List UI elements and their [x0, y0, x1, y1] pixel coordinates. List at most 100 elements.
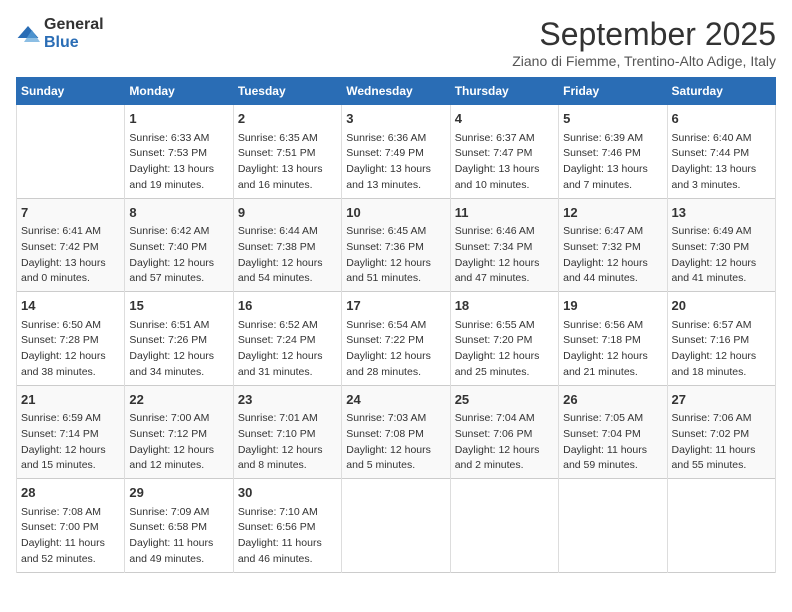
day-cell: 22Sunrise: 7:00 AM Sunset: 7:12 PM Dayli… [125, 385, 233, 479]
week-row-2: 7Sunrise: 6:41 AM Sunset: 7:42 PM Daylig… [17, 198, 776, 292]
day-number: 3 [346, 109, 445, 129]
day-number: 17 [346, 296, 445, 316]
day-number: 6 [672, 109, 771, 129]
week-row-5: 28Sunrise: 7:08 AM Sunset: 7:00 PM Dayli… [17, 479, 776, 573]
day-info: Sunrise: 6:47 AM Sunset: 7:32 PM Dayligh… [563, 224, 662, 287]
day-cell: 18Sunrise: 6:55 AM Sunset: 7:20 PM Dayli… [450, 292, 558, 386]
day-number: 4 [455, 109, 554, 129]
day-number: 15 [129, 296, 228, 316]
day-cell: 21Sunrise: 6:59 AM Sunset: 7:14 PM Dayli… [17, 385, 125, 479]
day-cell [450, 479, 558, 573]
logo-blue: Blue [44, 34, 79, 51]
day-number: 19 [563, 296, 662, 316]
day-number: 24 [346, 390, 445, 410]
day-info: Sunrise: 7:04 AM Sunset: 7:06 PM Dayligh… [455, 411, 554, 474]
day-number: 30 [238, 483, 337, 503]
day-info: Sunrise: 6:55 AM Sunset: 7:20 PM Dayligh… [455, 318, 554, 381]
day-number: 27 [672, 390, 771, 410]
day-info: Sunrise: 7:03 AM Sunset: 7:08 PM Dayligh… [346, 411, 445, 474]
day-cell: 1Sunrise: 6:33 AM Sunset: 7:53 PM Daylig… [125, 105, 233, 199]
day-info: Sunrise: 7:05 AM Sunset: 7:04 PM Dayligh… [563, 411, 662, 474]
header: General Blue September 2025 Ziano di Fie… [16, 16, 776, 69]
day-cell: 3Sunrise: 6:36 AM Sunset: 7:49 PM Daylig… [342, 105, 450, 199]
day-number: 22 [129, 390, 228, 410]
day-number: 1 [129, 109, 228, 129]
day-info: Sunrise: 6:46 AM Sunset: 7:34 PM Dayligh… [455, 224, 554, 287]
day-cell [342, 479, 450, 573]
day-cell: 2Sunrise: 6:35 AM Sunset: 7:51 PM Daylig… [233, 105, 341, 199]
day-info: Sunrise: 6:35 AM Sunset: 7:51 PM Dayligh… [238, 131, 337, 194]
day-cell: 8Sunrise: 6:42 AM Sunset: 7:40 PM Daylig… [125, 198, 233, 292]
day-cell: 16Sunrise: 6:52 AM Sunset: 7:24 PM Dayli… [233, 292, 341, 386]
calendar-table: SundayMondayTuesdayWednesdayThursdayFrid… [16, 77, 776, 573]
day-info: Sunrise: 6:51 AM Sunset: 7:26 PM Dayligh… [129, 318, 228, 381]
month-title: September 2025 [512, 16, 776, 53]
day-number: 5 [563, 109, 662, 129]
day-number: 14 [21, 296, 120, 316]
day-cell: 4Sunrise: 6:37 AM Sunset: 7:47 PM Daylig… [450, 105, 558, 199]
day-cell: 10Sunrise: 6:45 AM Sunset: 7:36 PM Dayli… [342, 198, 450, 292]
day-info: Sunrise: 7:01 AM Sunset: 7:10 PM Dayligh… [238, 411, 337, 474]
day-info: Sunrise: 6:39 AM Sunset: 7:46 PM Dayligh… [563, 131, 662, 194]
day-info: Sunrise: 7:10 AM Sunset: 6:56 PM Dayligh… [238, 505, 337, 568]
day-number: 9 [238, 203, 337, 223]
week-row-1: 1Sunrise: 6:33 AM Sunset: 7:53 PM Daylig… [17, 105, 776, 199]
day-info: Sunrise: 6:37 AM Sunset: 7:47 PM Dayligh… [455, 131, 554, 194]
day-cell: 27Sunrise: 7:06 AM Sunset: 7:02 PM Dayli… [667, 385, 775, 479]
day-cell: 12Sunrise: 6:47 AM Sunset: 7:32 PM Dayli… [559, 198, 667, 292]
day-cell: 19Sunrise: 6:56 AM Sunset: 7:18 PM Dayli… [559, 292, 667, 386]
day-info: Sunrise: 6:36 AM Sunset: 7:49 PM Dayligh… [346, 131, 445, 194]
header-cell-sunday: Sunday [17, 78, 125, 105]
day-number: 13 [672, 203, 771, 223]
day-info: Sunrise: 6:41 AM Sunset: 7:42 PM Dayligh… [21, 224, 120, 287]
day-cell: 13Sunrise: 6:49 AM Sunset: 7:30 PM Dayli… [667, 198, 775, 292]
header-row: SundayMondayTuesdayWednesdayThursdayFrid… [17, 78, 776, 105]
day-number: 23 [238, 390, 337, 410]
day-info: Sunrise: 6:33 AM Sunset: 7:53 PM Dayligh… [129, 131, 228, 194]
day-cell: 20Sunrise: 6:57 AM Sunset: 7:16 PM Dayli… [667, 292, 775, 386]
header-cell-friday: Friday [559, 78, 667, 105]
day-cell: 26Sunrise: 7:05 AM Sunset: 7:04 PM Dayli… [559, 385, 667, 479]
day-cell: 11Sunrise: 6:46 AM Sunset: 7:34 PM Dayli… [450, 198, 558, 292]
day-info: Sunrise: 6:54 AM Sunset: 7:22 PM Dayligh… [346, 318, 445, 381]
day-info: Sunrise: 6:40 AM Sunset: 7:44 PM Dayligh… [672, 131, 771, 194]
day-cell: 15Sunrise: 6:51 AM Sunset: 7:26 PM Dayli… [125, 292, 233, 386]
day-info: Sunrise: 6:59 AM Sunset: 7:14 PM Dayligh… [21, 411, 120, 474]
day-info: Sunrise: 6:45 AM Sunset: 7:36 PM Dayligh… [346, 224, 445, 287]
day-number: 21 [21, 390, 120, 410]
day-info: Sunrise: 6:50 AM Sunset: 7:28 PM Dayligh… [21, 318, 120, 381]
day-info: Sunrise: 7:06 AM Sunset: 7:02 PM Dayligh… [672, 411, 771, 474]
title-area: September 2025 Ziano di Fiemme, Trentino… [512, 16, 776, 69]
day-cell [667, 479, 775, 573]
day-cell [559, 479, 667, 573]
day-cell: 6Sunrise: 6:40 AM Sunset: 7:44 PM Daylig… [667, 105, 775, 199]
header-cell-thursday: Thursday [450, 78, 558, 105]
day-number: 20 [672, 296, 771, 316]
header-cell-tuesday: Tuesday [233, 78, 341, 105]
header-cell-wednesday: Wednesday [342, 78, 450, 105]
day-cell: 28Sunrise: 7:08 AM Sunset: 7:00 PM Dayli… [17, 479, 125, 573]
header-cell-monday: Monday [125, 78, 233, 105]
day-info: Sunrise: 7:08 AM Sunset: 7:00 PM Dayligh… [21, 505, 120, 568]
header-cell-saturday: Saturday [667, 78, 775, 105]
day-info: Sunrise: 6:57 AM Sunset: 7:16 PM Dayligh… [672, 318, 771, 381]
day-cell: 7Sunrise: 6:41 AM Sunset: 7:42 PM Daylig… [17, 198, 125, 292]
day-number: 8 [129, 203, 228, 223]
day-number: 7 [21, 203, 120, 223]
day-cell: 25Sunrise: 7:04 AM Sunset: 7:06 PM Dayli… [450, 385, 558, 479]
day-number: 18 [455, 296, 554, 316]
day-number: 16 [238, 296, 337, 316]
day-cell: 5Sunrise: 6:39 AM Sunset: 7:46 PM Daylig… [559, 105, 667, 199]
day-cell: 9Sunrise: 6:44 AM Sunset: 7:38 PM Daylig… [233, 198, 341, 292]
day-info: Sunrise: 6:49 AM Sunset: 7:30 PM Dayligh… [672, 224, 771, 287]
day-cell [17, 105, 125, 199]
logo-general: General [44, 16, 104, 33]
day-cell: 29Sunrise: 7:09 AM Sunset: 6:58 PM Dayli… [125, 479, 233, 573]
day-cell: 24Sunrise: 7:03 AM Sunset: 7:08 PM Dayli… [342, 385, 450, 479]
day-number: 2 [238, 109, 337, 129]
day-cell: 14Sunrise: 6:50 AM Sunset: 7:28 PM Dayli… [17, 292, 125, 386]
day-info: Sunrise: 6:52 AM Sunset: 7:24 PM Dayligh… [238, 318, 337, 381]
day-number: 12 [563, 203, 662, 223]
day-cell: 23Sunrise: 7:01 AM Sunset: 7:10 PM Dayli… [233, 385, 341, 479]
day-number: 29 [129, 483, 228, 503]
